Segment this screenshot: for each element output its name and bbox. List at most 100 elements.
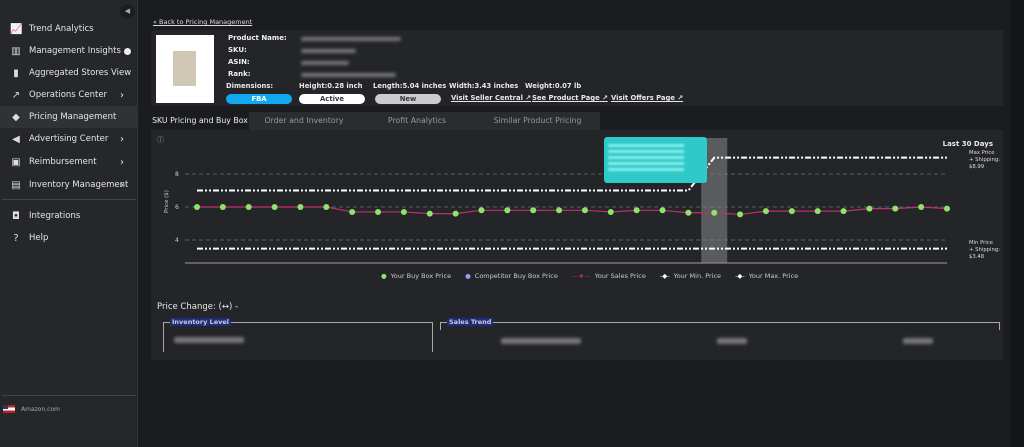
back-to-pricing-link[interactable]: « Back to Pricing Management	[153, 18, 252, 26]
buy-box-price-point	[323, 204, 330, 210]
archive-icon: ▤	[11, 179, 21, 191]
sidebar-item-pricing-management[interactable]: ◆ Pricing Management	[0, 106, 138, 128]
product-info-card: Product Name: SKU: ASIN: Rank: Dimension…	[151, 30, 1003, 106]
scrollbar[interactable]	[1011, 0, 1024, 447]
sales-value	[903, 338, 933, 344]
trend-arrow-icon: ↗	[11, 89, 21, 101]
buy-box-price-point	[633, 207, 640, 214]
chart-tooltip	[604, 137, 707, 183]
tag-icon: ◆	[12, 111, 20, 123]
y-axis-label: Price ($)	[164, 190, 170, 213]
asin-label: ASIN:	[228, 58, 250, 66]
buy-box-price-point	[556, 207, 563, 214]
plug-icon: ◘	[12, 210, 20, 222]
legend-item[interactable]: ● Competitor Buy Box Price	[465, 272, 558, 280]
sales-value	[501, 338, 581, 344]
visit-seller-central-link[interactable]: Visit Seller Central ↗	[451, 94, 531, 102]
pricing-panel: 4 6 8 Price ($) ⓘ Last 30 Days Max Price + S…	[151, 130, 1003, 360]
legend-item[interactable]: —★— Your Sales Price	[572, 272, 646, 280]
us-flag-icon	[3, 405, 15, 413]
sidebar-item-inventory-management[interactable]: ▤ Inventory Management ›	[0, 174, 138, 196]
buy-box-price-point	[400, 208, 407, 215]
y-tick-label: 4	[175, 237, 179, 244]
buy-box-price-point	[426, 210, 433, 217]
buy-box-price-point	[375, 208, 382, 215]
fba-badge: FBA	[226, 94, 292, 104]
sidebar-item-operations-center[interactable]: ↗ Operations Center ›	[0, 84, 138, 106]
inventory-value	[174, 337, 244, 343]
sidebar-item-advertising-center[interactable]: ◀ Advertising Center ›	[0, 128, 138, 150]
tab-bar: SKU Pricing and Buy Box Order and Invent…	[151, 112, 600, 130]
buy-box-price-point	[581, 207, 588, 214]
help-icon: ?	[13, 232, 19, 244]
buy-box-price-point	[659, 207, 666, 214]
buy-box-price-point	[814, 208, 821, 215]
sales-trend-section: Sales Trend	[440, 318, 1000, 330]
sidebar-item-aggregated-stores-view[interactable]: ▮ Aggregated Stores View	[0, 62, 138, 84]
buy-box-price-point	[607, 208, 614, 215]
buy-box-price-point	[219, 204, 226, 210]
product-image	[156, 35, 214, 103]
buy-box-price-point	[762, 208, 769, 215]
buy-box-price-point	[685, 209, 692, 216]
tab-order-inventory[interactable]: Order and Inventory	[249, 112, 359, 130]
legend-marker-icon: -◆-	[735, 272, 745, 280]
legend-item[interactable]: -◆- Your Min. Price	[660, 272, 721, 280]
buy-box-price-point	[478, 207, 485, 214]
divider	[2, 395, 136, 396]
product-name-label: Product Name:	[228, 34, 287, 42]
collapse-sidebar-button[interactable]: ◀	[120, 4, 135, 19]
min-price-annotation: Min Price + Shipping: $3.48	[969, 240, 1001, 260]
sidebar-item-management-insights[interactable]: ▥ Management Insights	[0, 40, 138, 62]
sidebar-item-reimbursement[interactable]: ▣ Reimbursement ›	[0, 151, 138, 173]
inventory-level-section: Inventory Level	[163, 318, 433, 352]
chevron-right-icon: ›	[120, 133, 124, 145]
status-badge: Active	[299, 94, 365, 104]
legend-marker-icon: ●	[465, 272, 471, 280]
buy-box-price-point	[711, 209, 718, 216]
info-icon[interactable]: ⓘ	[157, 135, 164, 145]
asin-value	[301, 61, 349, 65]
tab-similar-product-pricing[interactable]: Similar Product Pricing	[475, 112, 600, 130]
legend-marker-icon: -◆-	[659, 272, 670, 280]
legend-item[interactable]: ● Your Buy Box Price	[381, 272, 451, 280]
width-value: Width:3.43 inches	[449, 82, 519, 90]
chevron-right-icon: ›	[120, 156, 124, 168]
chart-title: Last 30 Days	[942, 140, 993, 148]
buy-box-price-point	[892, 205, 899, 212]
see-product-page-link[interactable]: See Product Page ↗	[532, 94, 608, 102]
buy-box-price-point	[737, 211, 744, 218]
sidebar: ◀ 📈 Trend Analytics ▥ Management Insights ▮ A…	[0, 0, 138, 447]
buy-box-price-point	[245, 204, 252, 210]
sales-price-line	[197, 206, 948, 216]
visit-offers-page-link[interactable]: Visit Offers Page ↗	[611, 94, 683, 102]
chevron-right-icon: ›	[120, 89, 124, 101]
max-price-annotation: Max Price + Shipping: $8.99	[969, 150, 1001, 170]
sidebar-item-integrations[interactable]: ◘ Integrations	[0, 205, 138, 227]
buy-box-price-point	[297, 204, 304, 210]
trend-chart-icon: 📈	[10, 23, 23, 35]
height-value: Height:0.28 inch	[299, 82, 363, 90]
rank-label: Rank:	[228, 70, 251, 78]
marketplace-selector[interactable]: Amazon.com	[3, 405, 60, 413]
tab-sku-pricing[interactable]: SKU Pricing and Buy Box	[151, 112, 249, 130]
y-tick-label: 6	[175, 204, 179, 211]
product-name-value	[301, 37, 401, 41]
legend-marker-icon: —★—	[571, 272, 591, 280]
price-change-label: Price Change: (↔) -	[157, 302, 239, 312]
legend-item[interactable]: -◆- Your Max. Price	[735, 272, 798, 280]
tab-profit-analytics[interactable]: Profit Analytics	[359, 112, 475, 130]
buy-box-price-point	[840, 208, 847, 215]
bars-icon: ▮	[13, 67, 19, 79]
y-tick-label: 8	[175, 171, 179, 178]
buy-box-price-point	[918, 204, 925, 210]
weight-value: Weight:0.07 lb	[525, 82, 582, 90]
bar-chart-icon: ▥	[11, 45, 21, 57]
clipboard-icon: ▣	[11, 156, 21, 168]
sidebar-item-help[interactable]: ? Help	[0, 227, 138, 249]
price-chart: 4 6 8 Price ($)	[164, 138, 950, 264]
buy-box-price-point	[866, 205, 873, 212]
sales-value	[717, 338, 747, 344]
buy-box-price-point	[530, 207, 537, 214]
sidebar-item-trend-analytics[interactable]: 📈 Trend Analytics	[0, 18, 138, 40]
